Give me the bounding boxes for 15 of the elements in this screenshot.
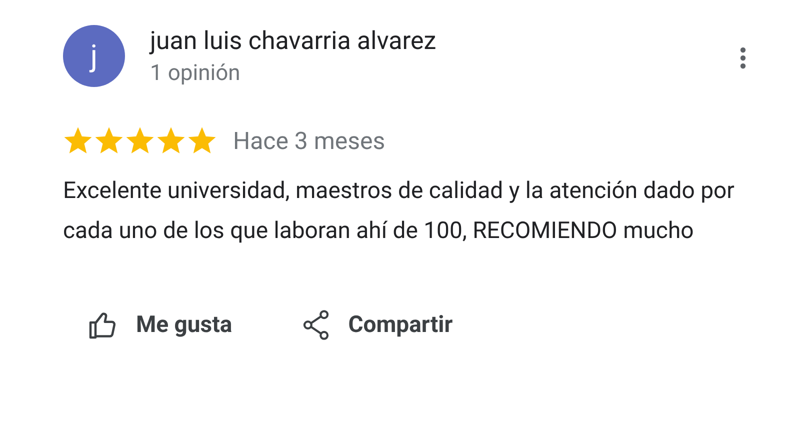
review-text: Excelente universidad, maestros de calidad y la atención dado por cada uno de los que laboran ahí de 100, RECOMIENDO mucho [63, 176, 736, 246]
thumbs-up-icon [88, 310, 118, 340]
share-button[interactable]: Compartir [302, 308, 453, 342]
review-count: 1 opinión [150, 60, 242, 88]
like-button[interactable]: Me gusta [88, 308, 232, 342]
star-icon [156, 126, 186, 156]
author-name: juan luis chavarria alvarez [150, 26, 438, 58]
more-options-icon[interactable] [740, 47, 746, 69]
star-icon [63, 126, 93, 156]
star-icon [94, 126, 124, 156]
star-icon [125, 126, 155, 156]
star-icon [187, 126, 217, 156]
share-icon [302, 310, 330, 340]
review-time: Hace 3 meses [233, 126, 386, 157]
avatar: j [63, 25, 125, 87]
